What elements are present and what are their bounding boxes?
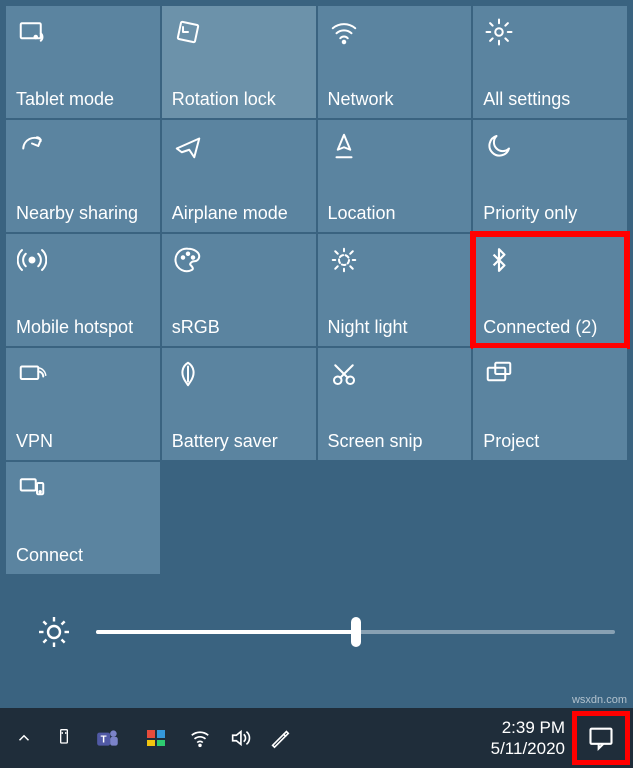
tile-label: Mobile hotspot [16,317,150,338]
tile-label: Connect [16,545,150,566]
tile-night-light[interactable]: Night light [318,234,472,346]
pen-tray-icon[interactable] [262,716,298,760]
tile-all-settings[interactable]: All settings [473,6,627,118]
tile-network[interactable]: Network [318,6,472,118]
tile-label: Project [483,431,617,452]
tile-label: Nearby sharing [16,203,150,224]
tile-screen-snip[interactable]: Screen snip [318,348,472,460]
tile-label: All settings [483,89,617,110]
palette-icon [172,244,204,276]
moon-icon [483,130,515,162]
vpn-icon [16,358,48,390]
rotation-icon [172,16,204,48]
tile-battery-saver[interactable]: Battery saver [162,348,316,460]
tile-label: Priority only [483,203,617,224]
tile-label: Airplane mode [172,203,306,224]
wifi-tray-icon[interactable] [182,716,218,760]
tray-overflow-chevron[interactable] [6,716,42,760]
brightness-icon [36,614,72,650]
tile-label: Night light [328,317,462,338]
quick-action-tiles: Tablet mode Rotation lock Network All setti… [6,6,627,574]
connect-icon [16,472,48,504]
tile-priority-only[interactable]: Priority only [473,120,627,232]
tile-connect[interactable]: Connect [6,462,160,574]
action-center-button[interactable] [575,714,627,762]
action-center-panel: Tablet mode Rotation lock Network All setti… [0,0,633,656]
usb-eject-icon[interactable] [46,716,82,760]
news-icon[interactable] [134,716,178,760]
taskbar-clock[interactable]: 2:39 PM 5/11/2020 [485,717,571,760]
clock-time: 2:39 PM [491,717,565,738]
share-icon [16,130,48,162]
brightness-slider[interactable] [96,630,615,634]
teams-icon[interactable]: T [86,716,130,760]
tile-label: VPN [16,431,150,452]
tile-label: Battery saver [172,431,306,452]
tile-label: Tablet mode [16,89,150,110]
sun-dim-icon [328,244,360,276]
tile-project[interactable]: Project [473,348,627,460]
svg-text:T: T [101,734,107,745]
tile-bluetooth[interactable]: Connected (2) [473,234,627,346]
tile-vpn[interactable]: VPN [6,348,160,460]
tile-airplane-mode[interactable]: Airplane mode [162,120,316,232]
tile-srgb[interactable]: sRGB [162,234,316,346]
bluetooth-icon [483,244,515,276]
tile-label: Screen snip [328,431,462,452]
tablet-icon [16,16,48,48]
tile-tablet-mode[interactable]: Tablet mode [6,6,160,118]
tile-nearby-sharing[interactable]: Nearby sharing [6,120,160,232]
tile-label: sRGB [172,317,306,338]
tile-location[interactable]: Location [318,120,472,232]
project-icon [483,358,515,390]
leaf-icon [172,358,204,390]
tile-label: Location [328,203,462,224]
volume-tray-icon[interactable] [222,716,258,760]
hotspot-icon [16,244,48,276]
airplane-icon [172,130,204,162]
tile-rotation-lock[interactable]: Rotation lock [162,6,316,118]
tile-label: Network [328,89,462,110]
location-icon [328,130,360,162]
wifi-icon [328,16,360,48]
snip-icon [328,358,360,390]
watermark: wsxdn.com [572,694,627,706]
tile-label: Rotation lock [172,89,306,110]
gear-icon [483,16,515,48]
brightness-row [6,614,627,650]
taskbar: T 2:39 PM 5/11/2020 [0,708,633,768]
tile-mobile-hotspot[interactable]: Mobile hotspot [6,234,160,346]
clock-date: 5/11/2020 [491,738,565,759]
tile-label: Connected (2) [483,317,617,338]
